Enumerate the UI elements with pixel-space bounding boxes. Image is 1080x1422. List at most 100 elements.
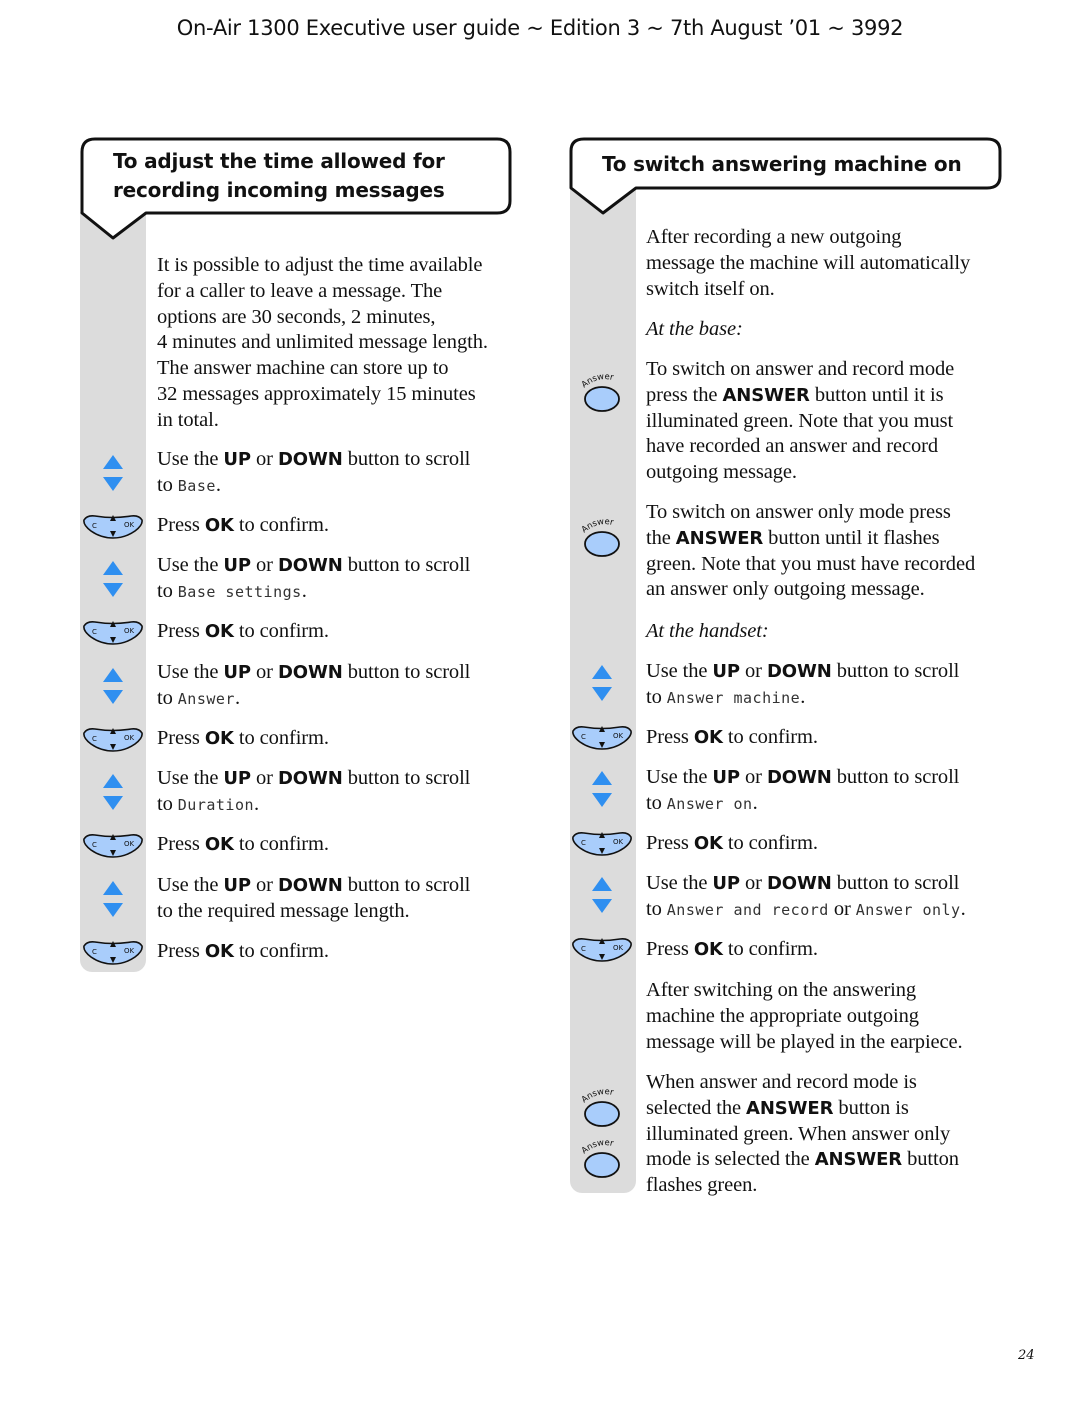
text-line: Press OK to confirm. [157,832,329,858]
confirm-instruction: Press OK to confirm. [646,937,818,963]
text: button to scroll [342,767,471,789]
svg-text:C: C [92,522,97,530]
text: Press [157,940,205,962]
text: mode is selected the [646,1148,815,1171]
base-answer-only-paragraph: To switch on answer only mode press the … [646,500,975,603]
text: to confirm. [722,938,818,960]
ok-key-icon: C OK [81,937,145,972]
right-section-title: To switch answering machine on [602,152,962,176]
text: button until it flashes [763,526,940,549]
text: to confirm. [233,940,329,962]
lcd-menu-text: Answer machine [666,688,801,707]
text-line: to the required message length. [157,899,470,925]
down-keyword: DOWN [277,662,343,683]
text: Use the [646,872,713,894]
ok-keyword: OK [204,941,234,962]
confirm-instruction: Press OK to confirm. [157,726,329,752]
text-line: machine the appropriate outgoing [646,1004,919,1027]
text: Use the [157,554,224,576]
text: Press [646,832,694,854]
text: or [251,767,278,789]
text-line: selected the ANSWER button is [646,1096,959,1122]
text: Press [157,727,205,749]
text-line: 32 messages approximately 15 minutes [157,382,476,405]
up-arrow-icon [592,771,612,785]
down-arrow-icon [592,687,612,701]
up-keyword: UP [712,873,740,894]
up-keyword: UP [223,555,251,576]
text: . [215,473,221,496]
up-down-arrows-icon [102,772,124,817]
svg-text:OK: OK [124,947,135,955]
text-line: When answer and record mode is [646,1071,917,1093]
text: or [251,661,278,683]
up-keyword: UP [712,767,740,788]
down-arrow-icon [103,690,123,704]
text-line: After recording a new outgoing [646,226,902,248]
text: to [157,579,178,602]
text-line: Use the UP or DOWN button to scroll [646,765,959,791]
answer-keyword: ANSWER [746,1097,834,1119]
text: button to scroll [342,448,471,470]
down-arrow-icon [592,899,612,913]
text-line: message will be played in the earpiece. [646,1030,963,1053]
text-line: Use the UP or DOWN button to scroll [157,766,470,792]
svg-text:OK: OK [613,944,624,952]
text: button to scroll [831,872,960,894]
base-answer-record-paragraph: To switch on answer and record mode pres… [646,357,954,486]
text-line: To switch on answer only mode press [646,501,951,523]
text: to confirm. [722,832,818,854]
up-down-arrows-icon [591,663,613,708]
up-keyword: UP [223,662,251,683]
ok-key-icon: C OK [81,617,145,652]
text: to [646,897,667,920]
svg-text:C: C [581,839,586,847]
text: or [251,554,278,576]
text: selected the [646,1096,747,1119]
text: or [740,872,767,894]
lcd-menu-text: Base [177,476,216,495]
answer-button-icon: Answer [580,1087,624,1134]
text: to the required message length. [157,899,410,922]
text: to confirm. [233,514,329,536]
text-line: flashes green. [646,1174,758,1197]
text: or [740,766,767,788]
text: Use the [157,448,224,470]
ok-key-icon: C OK [570,722,634,757]
down-keyword: DOWN [277,449,343,470]
answer-button-icon: Answer [580,517,624,564]
text-line: Press OK to confirm. [646,831,818,857]
text-line: outgoing message. [646,461,797,484]
ok-keyword: OK [204,621,234,642]
text: Press [646,938,694,960]
svg-text:OK: OK [124,627,135,635]
text-line: Use the UP or DOWN button to scroll [157,660,470,686]
text: or [740,660,767,682]
left-intro-paragraph: It is possible to adjust the time availa… [157,253,488,434]
confirm-instruction: Press OK to confirm. [157,513,329,539]
text: Use the [157,661,224,683]
text: to [157,686,178,709]
text: Use the [157,767,224,789]
text-line: message the machine will automatically [646,251,971,274]
down-arrow-icon [103,903,123,917]
ok-keyword: OK [204,515,234,536]
svg-text:OK: OK [613,732,624,740]
text-line: for a caller to leave a message. The [157,279,443,302]
confirm-instruction: Press OK to confirm. [157,832,329,858]
up-arrow-icon [103,561,123,575]
text: . [234,686,240,709]
text-line: to Answer and record or Answer only. [646,897,966,924]
ok-keyword: OK [693,727,723,748]
text: Use the [157,874,224,896]
svg-text:OK: OK [124,521,135,529]
down-keyword: DOWN [277,768,343,789]
text: button to scroll [342,554,471,576]
at-base-label: At the base: [646,318,743,340]
text-line: Press OK to confirm. [157,619,329,645]
ok-key-icon: C OK [81,724,145,759]
text-line: illuminated green. When answer only [646,1122,951,1145]
scroll-instruction: Use the UP or DOWN button to scroll to Ba… [157,553,470,606]
up-arrow-icon [103,774,123,788]
text-line: Use the UP or DOWN button to scroll [157,553,470,579]
